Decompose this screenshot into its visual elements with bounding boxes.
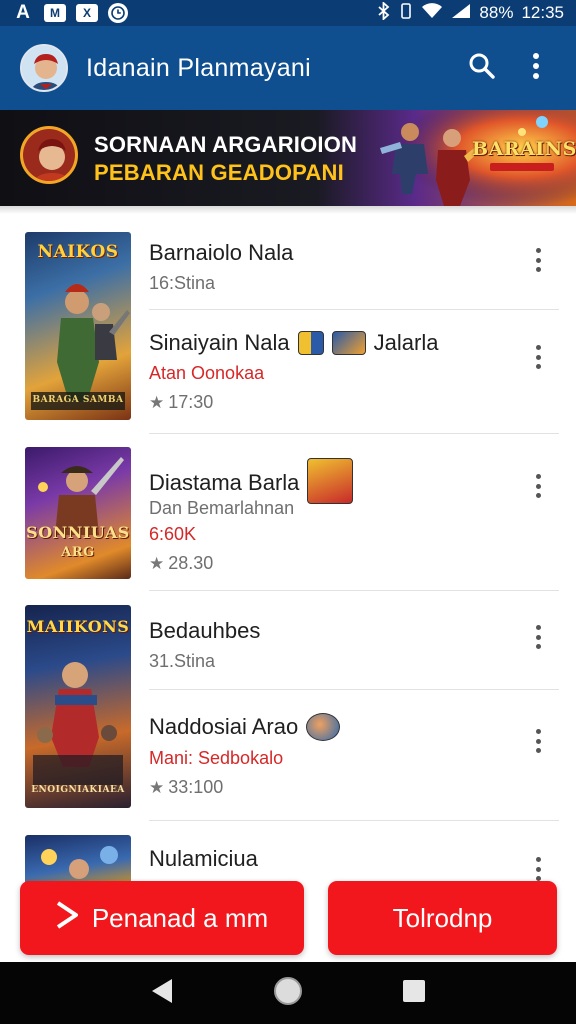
- list-item-2[interactable]: Sinaiyain Nala Jalarla Atan Oonokaa ★ 17…: [149, 330, 559, 413]
- item-2-rating: ★ 17:30: [149, 392, 559, 413]
- item-3-badge-icon: [307, 458, 354, 504]
- battery-percent: 88%: [479, 3, 514, 22]
- back-triangle-icon[interactable]: [150, 978, 174, 1009]
- star-icon: ★: [149, 553, 165, 573]
- clock-icon: [108, 3, 128, 23]
- list-top-shadow: [0, 206, 576, 214]
- notification-x-icon: X: [76, 4, 98, 22]
- banner-headline: SORNAAN ARGARIOION: [94, 132, 358, 157]
- divider: [149, 689, 559, 690]
- search-icon: [468, 52, 496, 85]
- status-right: 88% 12:35: [377, 0, 564, 25]
- item-2-subtitle: Atan Oonokaa: [149, 363, 265, 383]
- notification-a-icon: A: [16, 2, 30, 23]
- game-thumbnail-2[interactable]: SONNIUAS ARG: [25, 447, 131, 579]
- item-1-title: Barnaiolo Nala: [149, 240, 294, 265]
- status-left-icons: A M X: [12, 2, 128, 23]
- divider: [149, 433, 559, 434]
- item-3-extra: 6:60K: [149, 524, 197, 544]
- search-button[interactable]: [462, 48, 502, 88]
- banner-subheadline: PEBARAN GEADOPANI: [94, 160, 344, 185]
- item-5-rating-value: 33:100: [168, 777, 224, 797]
- thumbnail-1-caption: BARAGA SAMBA: [32, 395, 124, 405]
- bluetooth-icon: [377, 0, 391, 25]
- thumbnail-2-caption: ARG: [61, 545, 95, 560]
- thumbnail-3-caption: ENOIGNIAKIAEA: [31, 785, 125, 795]
- game-thumbnail-3[interactable]: MAIIKONS ENOIGNIAKIAEA: [25, 605, 131, 808]
- primary-action-label: Penanad a mm: [91, 902, 269, 933]
- home-circle-icon[interactable]: [273, 976, 303, 1011]
- overflow-menu-button[interactable]: [516, 48, 556, 88]
- item-3-rating: ★ 28.30: [149, 553, 559, 574]
- item-2-badge-icon: [297, 331, 324, 355]
- item-5-title: Naddosiai Arao: [149, 714, 299, 739]
- status-bar: A M X 88% 12:35: [0, 0, 576, 26]
- divider: [149, 309, 559, 310]
- system-nav-bar: [0, 962, 576, 1024]
- recents-square-icon[interactable]: [402, 979, 426, 1008]
- item-4-more-button[interactable]: [527, 622, 549, 652]
- screen: A M X 88% 12:35 Idanain Planmayani SORNA…: [0, 0, 576, 1024]
- list-item-1[interactable]: Barnaiolo Nala 16:Stina: [149, 240, 559, 294]
- banner-artwork: BARAINS: [360, 110, 576, 206]
- game-thumbnail-1[interactable]: NAIKOS BARAGA SAMBA: [25, 232, 131, 420]
- promo-banner[interactable]: SORNAAN ARGARIOION PEBARAN GEADOPANI BAR…: [0, 110, 576, 206]
- thumbnail-1-title: NAIKOS: [37, 242, 119, 262]
- banner-logo-text: BARAINS: [472, 138, 576, 160]
- list-item-3[interactable]: Diastama Barla Dan Bemarlahnan 6:60K ★ 2…: [149, 458, 559, 574]
- divider: [149, 590, 559, 591]
- star-icon: ★: [149, 392, 165, 412]
- profile-avatar[interactable]: [20, 44, 68, 92]
- item-5-rating: ★ 33:100: [149, 777, 559, 798]
- item-3-subtitle: Dan Bemarlahnan: [149, 498, 295, 518]
- item-2-badge2-icon: [331, 331, 366, 355]
- item-2-title-line: Sinaiyain Nala Jalarla: [149, 330, 559, 356]
- item-2-title: Sinaiyain Nala: [149, 330, 290, 355]
- primary-action-button[interactable]: Penanad a mm: [20, 881, 304, 955]
- divider: [149, 820, 559, 821]
- signal-icon: [451, 3, 471, 24]
- item-2-more-button[interactable]: [527, 342, 549, 372]
- banner-logo: BARAINS: [472, 138, 576, 171]
- list-item-4[interactable]: Bedauhbes 31.Stina: [149, 618, 559, 672]
- item-5-title-line: Naddosiai Arao: [149, 713, 559, 741]
- banner-logo-ribbon: [490, 163, 554, 171]
- list-item-6[interactable]: Nulamiciua: [149, 846, 559, 872]
- game-thumbnail-4[interactable]: [25, 835, 131, 885]
- banner-hero-avatar: [20, 126, 78, 184]
- item-4-subtitle: 31.Stina: [149, 651, 216, 671]
- item-5-more-button[interactable]: [527, 726, 549, 756]
- item-6-more-button[interactable]: [527, 854, 549, 884]
- item-6-title: Nulamiciua: [149, 846, 258, 871]
- app-bar: Idanain Planmayani: [0, 26, 576, 110]
- vibrate-icon: [399, 2, 413, 25]
- app-title: Idanain Planmayani: [86, 53, 311, 82]
- play-arrow-icon: [56, 900, 78, 936]
- item-2-title-suffix: Jalarla: [373, 330, 439, 355]
- item-1-subtitle: 16:Stina: [149, 273, 216, 293]
- item-5-badge-icon: [306, 713, 341, 741]
- secondary-action-label: Tolrodnp: [392, 902, 493, 933]
- wifi-icon: [421, 2, 443, 24]
- item-3-title: Diastama Barla: [149, 470, 300, 495]
- secondary-action-button[interactable]: Tolrodnp: [328, 881, 557, 955]
- item-1-more-button[interactable]: [527, 245, 549, 275]
- item-3-more-button[interactable]: [527, 471, 549, 501]
- star-icon: ★: [149, 777, 165, 797]
- more-vert-icon: [532, 52, 540, 85]
- item-5-subtitle: Mani: Sedbokalo: [149, 748, 284, 768]
- item-2-rating-value: 17:30: [168, 392, 214, 412]
- notification-mail-icon: M: [44, 4, 66, 22]
- status-time: 12:35: [521, 3, 564, 22]
- item-4-title: Bedauhbes: [149, 618, 261, 643]
- list-item-5[interactable]: Naddosiai Arao Mani: Sedbokalo ★ 33:100: [149, 713, 559, 798]
- item-3-rating-value: 28.30: [168, 553, 214, 573]
- thumbnail-2-title: SONNIUAS: [26, 523, 130, 542]
- thumbnail-3-title: MAIIKONS: [26, 617, 130, 636]
